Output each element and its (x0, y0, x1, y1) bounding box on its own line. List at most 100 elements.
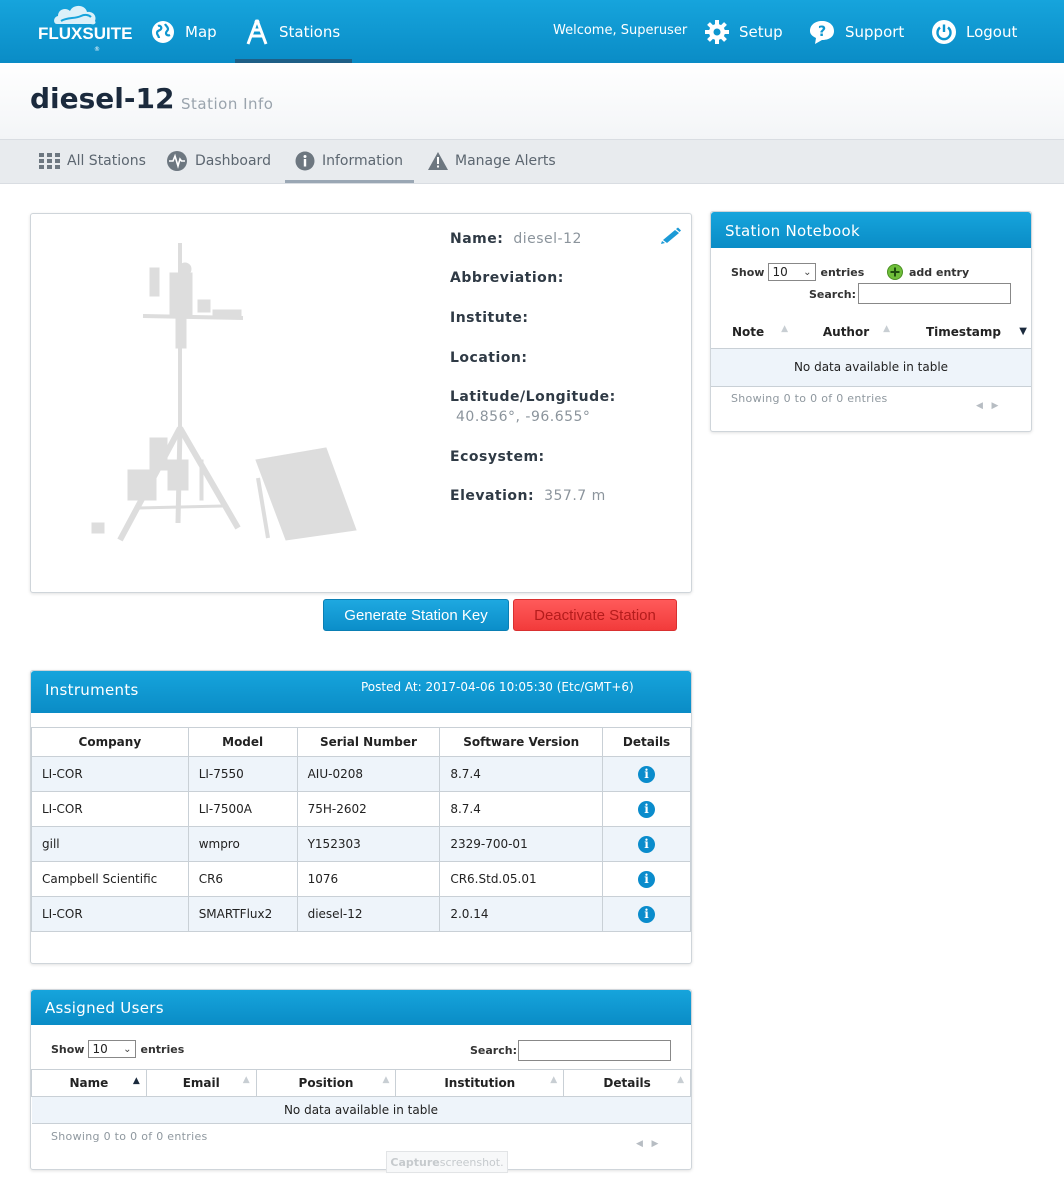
location-label: Location: (450, 350, 528, 366)
cell-company: gill (31, 826, 189, 862)
col-institution[interactable]: Institution ▲ (395, 1069, 565, 1097)
edit-pencil-icon[interactable] (660, 226, 682, 248)
next-page-icon[interactable]: ▶ (652, 1139, 659, 1149)
abbreviation-label: Abbreviation: (450, 270, 564, 286)
cell-model: wmpro (187, 826, 298, 862)
watermark-bold: Capture (390, 1155, 440, 1169)
capture-watermark: Capture screenshot. (386, 1151, 508, 1173)
cell-software: 8.7.4 (439, 791, 604, 827)
prev-page-icon[interactable]: ◀ (636, 1139, 643, 1149)
tab-all-stations[interactable]: All Stations (39, 140, 146, 182)
cell-model: LI-7500A (187, 791, 298, 827)
add-entry-button[interactable]: add entry (887, 264, 969, 280)
users-pager: ◀ ▶ (636, 1139, 658, 1149)
nav-logout[interactable]: Logout (932, 0, 1017, 63)
col-user-details[interactable]: Details ▲ (563, 1069, 691, 1097)
show-label: Show (731, 265, 765, 279)
col-name-label: Name (69, 1076, 109, 1090)
elevation-field: Elevation: 357.7 m (450, 488, 606, 504)
col-author-label: Author (822, 324, 870, 339)
col-model[interactable]: Model (187, 727, 298, 757)
notebook-search-input[interactable] (858, 283, 1011, 304)
users-search-input[interactable] (518, 1040, 671, 1061)
tab-information[interactable]: Information (295, 140, 403, 182)
next-page-icon[interactable]: ▶ (992, 401, 999, 411)
globe-icon (151, 20, 175, 44)
nav-support[interactable]: ? Support (809, 0, 904, 63)
nav-stations[interactable]: Stations (245, 0, 340, 63)
cell-model: SMARTFlux2 (187, 896, 298, 932)
col-note[interactable]: Note ▲ (711, 316, 796, 348)
fluxsuite-logo[interactable]: FLUXSUITE ® (30, 2, 132, 60)
elevation-label: Elevation: (450, 488, 535, 504)
details-info-icon[interactable]: i (638, 905, 656, 923)
col-position[interactable]: Position ▲ (255, 1069, 397, 1097)
nav-setup[interactable]: Setup (705, 0, 783, 63)
details-info-icon[interactable]: i (638, 765, 656, 783)
cell-software: 2.0.14 (439, 896, 604, 932)
grid-icon (39, 153, 60, 169)
details-info-icon[interactable]: i (638, 835, 656, 853)
elevation-value: 357.7 m (544, 488, 606, 504)
nav-stations-label: Stations (279, 22, 341, 41)
gear-icon (705, 19, 729, 44)
users-table: Name ▲ Email ▲ Position ▲ Institution ▲ Deta… (31, 1069, 691, 1124)
cell-serial: 1076 (296, 861, 441, 897)
col-timestamp[interactable]: Timestamp ▼ (896, 316, 1031, 348)
sort-icon: ▲ (382, 1075, 390, 1085)
entries-label: entries (820, 265, 865, 279)
institute-label: Institute: (450, 310, 529, 326)
page-size-value: 10 (92, 1042, 108, 1056)
instruments-table: Company Model Serial Number Software Ver… (31, 727, 691, 932)
posted-at: Posted At: 2017-04-06 10:05:30 (Etc/GMT+… (361, 680, 634, 694)
tab-active-indicator (285, 180, 414, 183)
sort-icon: ▲ (550, 1075, 558, 1085)
question-bubble-icon: ? (809, 20, 835, 44)
details-info-icon[interactable]: i (638, 870, 656, 888)
table-row: Campbell Scientific CR6 1076 CR6.Std.05.… (31, 861, 691, 897)
cell-software: 8.7.4 (439, 756, 604, 792)
notebook-showing-info: Showing 0 to 0 of 0 entries (731, 392, 888, 405)
cell-software: CR6.Std.05.01 (439, 861, 604, 897)
page-size-select[interactable]: 10 ⌄ (768, 263, 817, 281)
show-label: Show (51, 1042, 85, 1056)
prev-page-icon[interactable]: ◀ (976, 401, 983, 411)
notebook-empty-message: No data available in table (711, 347, 1031, 387)
generate-station-key-button[interactable]: Generate Station Key (323, 599, 509, 631)
cell-details: i (602, 896, 691, 932)
sort-desc-icon: ▼ (1019, 326, 1027, 337)
col-details[interactable]: Details (602, 727, 691, 757)
col-software[interactable]: Software Version (439, 727, 604, 757)
users-page-size: Show 10 ⌄ entries (51, 1040, 184, 1058)
plus-circle-icon (887, 264, 903, 280)
deactivate-station-button[interactable]: Deactivate Station (513, 599, 677, 631)
cell-serial: diesel-12 (296, 896, 441, 932)
cell-serial: 75H-2602 (296, 791, 441, 827)
table-row: LI-COR SMARTFlux2 diesel-12 2.0.14 i (31, 896, 691, 932)
col-institution-label: Institution (444, 1076, 516, 1090)
notebook-title: Station Notebook (725, 222, 860, 240)
col-author[interactable]: Author ▲ (796, 316, 896, 348)
nav-setup-label: Setup (739, 22, 783, 41)
notebook-search-label: Search: (809, 288, 856, 301)
page-size-select[interactable]: 10 ⌄ (88, 1040, 137, 1058)
tab-dashboard[interactable]: Dashboard (166, 140, 271, 182)
col-serial[interactable]: Serial Number (296, 727, 441, 757)
tab-manage-alerts[interactable]: Manage Alerts (428, 140, 556, 182)
instruments-title: Instruments (45, 681, 139, 699)
cell-company: LI-COR (31, 756, 189, 792)
col-timestamp-label: Timestamp (925, 324, 1001, 339)
col-email[interactable]: Email ▲ (145, 1069, 257, 1097)
nav-map[interactable]: Map (151, 0, 217, 63)
notebook-pager: ◀ ▶ (976, 401, 998, 411)
cell-company: LI-COR (31, 791, 189, 827)
registered-mark: ® (94, 46, 100, 53)
col-company[interactable]: Company (31, 727, 189, 757)
col-name[interactable]: Name ▲ (31, 1069, 147, 1097)
page-title: diesel-12 (30, 82, 175, 115)
details-info-icon[interactable]: i (638, 800, 656, 818)
cell-company: Campbell Scientific (31, 861, 189, 897)
power-icon (932, 19, 956, 44)
logo-text: FLUXSUITE (38, 24, 133, 43)
latlon-label: Latitude/Longitude: (450, 389, 616, 405)
